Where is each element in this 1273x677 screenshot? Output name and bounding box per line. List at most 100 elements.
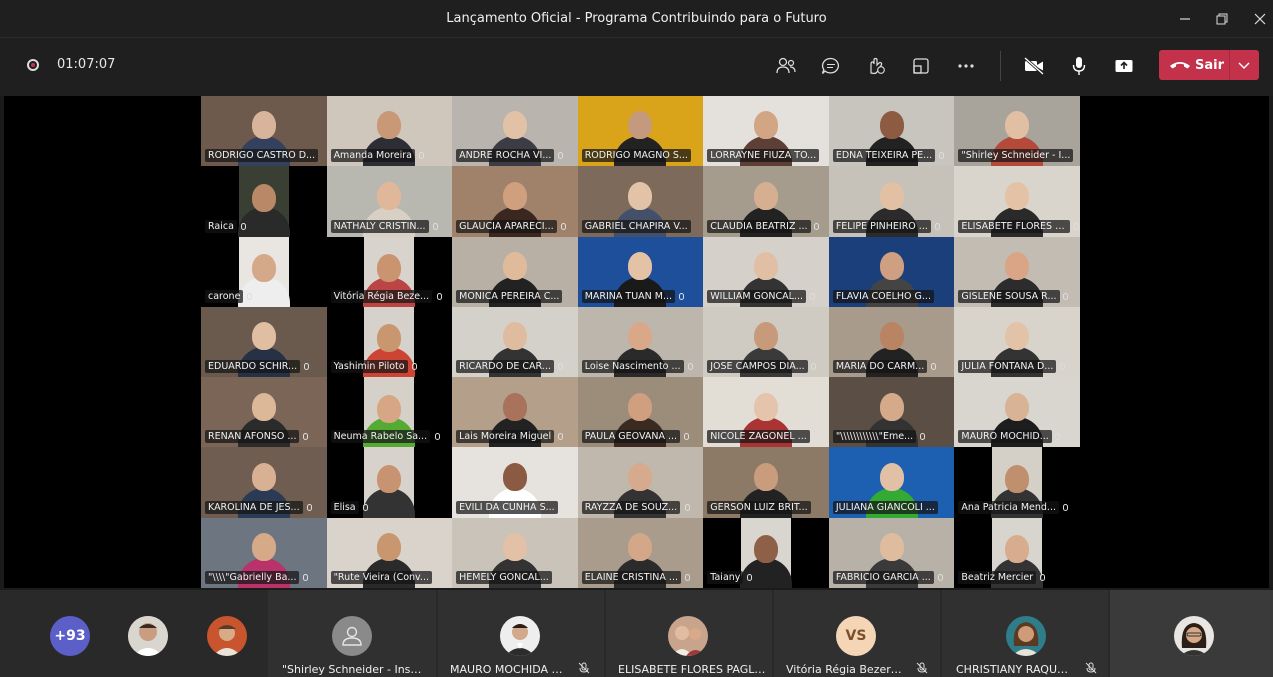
overflow-count[interactable]: +93 (50, 616, 90, 656)
person-head (628, 181, 653, 210)
participant-name: RODRIGO CASTRO D... (205, 149, 319, 163)
chat-button[interactable] (815, 52, 847, 80)
video-tile[interactable]: CLAUDIA BEATRIZ ... (703, 166, 829, 237)
video-tile[interactable]: HEMELY GONCAL... (452, 517, 578, 588)
video-tile[interactable]: JULIANA GIANCOLI ... (828, 447, 955, 518)
video-tile[interactable]: GISLENE SOUSA R... (954, 236, 1080, 307)
restore-button[interactable] (1202, 0, 1242, 37)
video-tile[interactable]: Vitória Régia Beze... (327, 236, 453, 307)
participant-name: KAROLINA DE JES... (205, 500, 303, 514)
video-tile[interactable]: Elisa (327, 447, 453, 518)
mic-icon (678, 292, 684, 300)
minimize-icon (1180, 17, 1190, 20)
reactions-button[interactable] (860, 52, 892, 80)
video-tile[interactable]: ELAINE CRISTINA ... (577, 517, 704, 588)
video-tile[interactable]: EDUARDO SCHIR... (201, 306, 327, 378)
video-tile[interactable]: Amanda Moreira (326, 96, 453, 167)
video-tile[interactable]: FLAVIA COELHO G... (828, 236, 955, 307)
participant-name: RENAN AFONSO ... (205, 430, 300, 444)
video-tile[interactable]: Ana Patricia Mend... (954, 447, 1080, 518)
avatar[interactable] (207, 616, 247, 656)
video-tile[interactable]: Neuma Rabelo Sa... (327, 377, 453, 448)
avatar[interactable] (128, 616, 168, 656)
video-tile[interactable]: RICARDO DE CAR... (452, 306, 578, 378)
video-tile[interactable]: GABRIEL CHAPIRA V... (577, 166, 704, 237)
chevron-down-icon[interactable] (1237, 56, 1251, 74)
video-tile[interactable]: NATHALY CRISTIN... (326, 166, 453, 237)
video-tile[interactable]: "\\\\\\\\\\\\"Eme... (828, 377, 955, 448)
meeting-timer: 01:07:07 (57, 57, 116, 72)
video-tile[interactable]: NICOLE ZAGONEL ... (703, 377, 829, 448)
participants-strip: +93 "Shirley Schneider - Institu... MAUR… (0, 590, 1273, 677)
video-tile[interactable]: EVILI DA CUNHA S... (452, 447, 578, 518)
video-tile[interactable]: "Shirley Schneider - I... (954, 96, 1080, 167)
participant-name: MARINA TUAN M... (581, 289, 676, 303)
video-tile[interactable]: ELISABETE FLORES P... (954, 166, 1080, 237)
video-tile[interactable]: JULIA FONTANA D... (954, 306, 1080, 378)
leave-button[interactable]: Sair (1159, 50, 1259, 80)
person-head (377, 181, 402, 210)
rooms-button[interactable] (905, 52, 937, 80)
person-head (377, 464, 402, 493)
person-head (754, 111, 779, 140)
video-tile[interactable]: MONICA PEREIRA C... (452, 236, 578, 307)
participant-name: JOSE CAMPOS DIA... (707, 360, 808, 374)
meeting-toolbar: 01:07:07 Sair (0, 38, 1273, 96)
video-tile[interactable]: RODRIGO CASTRO D... (201, 96, 327, 167)
participant-name: MONICA PEREIRA C... (456, 289, 563, 303)
participant-cell[interactable]: VS Vitória Régia Bezerra ... (774, 590, 940, 677)
mic-icon (930, 363, 936, 371)
person-head (879, 181, 904, 210)
video-tile[interactable]: Raica (201, 166, 327, 237)
video-tile[interactable]: MAURO MOCHID... (954, 377, 1080, 448)
participant-cell[interactable]: "Shirley Schneider - Institu... (268, 590, 436, 677)
video-tile[interactable]: MARINA TUAN M... (577, 236, 704, 307)
video-tile[interactable]: Beatriz Mercier (954, 517, 1080, 588)
video-tile[interactable]: EDNA TEIXEIRA PE... (828, 96, 955, 167)
video-tile[interactable]: Taiany (703, 517, 829, 588)
video-tile[interactable]: Loise Nascimento ... (577, 306, 704, 378)
avatar (1006, 616, 1046, 656)
video-tile[interactable]: MARIA DO CARM... (828, 306, 955, 378)
person-head (754, 462, 779, 491)
video-tile[interactable]: JOSE CAMPOS DIA... (703, 306, 829, 378)
microphone-button[interactable] (1063, 52, 1095, 80)
participant-cell[interactable]: MAURO MOCHIDA PE... (438, 590, 604, 677)
video-tile[interactable]: PAULA GEOVANA ... (577, 377, 704, 448)
person-head (502, 462, 527, 491)
video-tile[interactable]: LORRAYNE FIUZA TO... (703, 96, 829, 167)
video-tile[interactable]: RENAN AFONSO ... (201, 377, 327, 448)
mic-icon (934, 222, 940, 230)
participant-name: EDNA TEIXEIRA PE... (832, 149, 936, 163)
close-button[interactable] (1240, 0, 1273, 37)
video-tile[interactable]: WILLIAM GONCAL... (703, 236, 829, 307)
mic-icon (247, 292, 252, 300)
participant-name: "Shirley Schneider - I... (958, 149, 1074, 163)
video-tile[interactable]: Yashimin Piloto (327, 306, 453, 378)
video-tile[interactable]: RODRIGO MAGNO S... (577, 96, 704, 167)
participant-name: RICARDO DE CAR... (456, 360, 554, 374)
self-view-cell[interactable] (1110, 590, 1273, 677)
minimize-button[interactable] (1165, 0, 1205, 37)
person-head (377, 394, 402, 423)
share-screen-button[interactable] (1108, 52, 1140, 80)
mic-icon (814, 222, 820, 230)
mic-icon (303, 433, 308, 441)
participant-cell[interactable]: ELISABETE FLORES PAGLIUSI (606, 590, 772, 677)
participants-button[interactable] (770, 52, 802, 80)
video-tile[interactable]: GLAUCIA APARECI... (452, 166, 578, 237)
video-tile[interactable]: FABRICIO GARCIA ... (828, 517, 955, 588)
participant-cell[interactable]: CHRISTIANY RAQUEL ... (942, 590, 1108, 677)
video-tile[interactable]: ANDRE ROCHA VI... (452, 96, 578, 167)
video-tile[interactable]: KAROLINA DE JES... (201, 447, 327, 518)
video-tile[interactable]: GERSON LUIZ BRIT... (703, 447, 829, 518)
more-options-button[interactable] (950, 52, 982, 80)
camera-toggle-button[interactable] (1018, 52, 1050, 80)
video-tile[interactable]: Lais Moreira Miguel (452, 377, 578, 448)
video-tile[interactable]: RAYZZA DE SOUZ... (577, 447, 704, 518)
video-tile[interactable]: "Rute Vieira (Conv... (326, 517, 453, 588)
video-tile[interactable]: "\\\\"Gabrielly Ba... (201, 517, 327, 588)
person-head (879, 533, 904, 562)
video-tile[interactable]: FELIPE PINHEIRO ... (828, 166, 955, 237)
video-tile[interactable]: carone (201, 236, 327, 307)
